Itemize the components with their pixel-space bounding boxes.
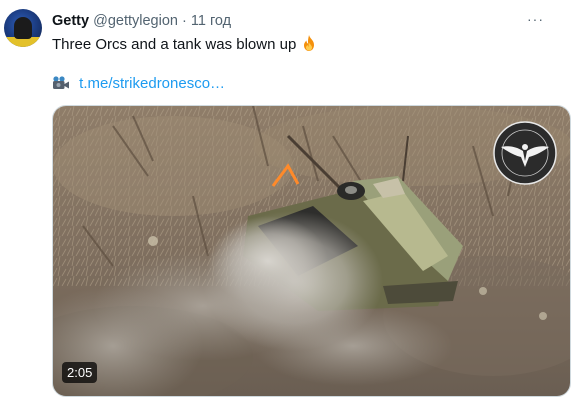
display-name[interactable]: Getty xyxy=(52,13,89,29)
profile-avatar[interactable] xyxy=(4,9,42,47)
tweet-link: t.me/strikedronesco… xyxy=(52,75,225,92)
tweet[interactable]: Getty @gettylegion · 11 год ··· Three Or… xyxy=(0,0,581,403)
more-options-icon[interactable]: ··· xyxy=(527,12,547,26)
avatar-figure xyxy=(14,17,32,39)
tweet-text: Three Orcs and a tank was blown up xyxy=(52,35,316,53)
fire-icon xyxy=(304,35,315,51)
separator-dot: · xyxy=(182,13,187,29)
tweet-header: Getty @gettylegion · 11 год xyxy=(52,13,231,29)
tweet-time[interactable]: 11 год xyxy=(191,13,231,29)
tweet-text-content: Three Orcs and a tank was blown up xyxy=(52,36,297,53)
user-handle[interactable]: @gettylegion xyxy=(93,13,178,29)
link-url[interactable]: t.me/strikedronesco… xyxy=(79,75,225,92)
strike-drones-logo xyxy=(493,121,557,185)
video-duration: 2:05 xyxy=(62,362,98,383)
video-camera-icon xyxy=(53,76,69,89)
